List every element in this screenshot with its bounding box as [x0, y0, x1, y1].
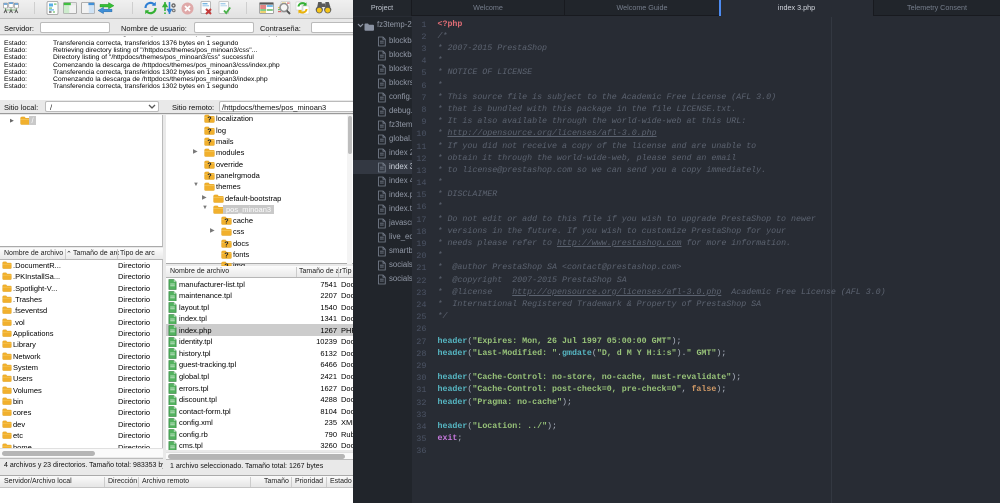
svg-text:?: ? [207, 138, 211, 146]
svg-text:?: ? [207, 160, 211, 168]
svg-text:?: ? [207, 126, 211, 134]
svg-text:?: ? [224, 217, 228, 225]
svg-text:?: ? [207, 172, 211, 180]
svg-text:?: ? [224, 239, 228, 247]
svg-text:?: ? [224, 251, 228, 259]
svg-text:?: ? [207, 115, 211, 123]
